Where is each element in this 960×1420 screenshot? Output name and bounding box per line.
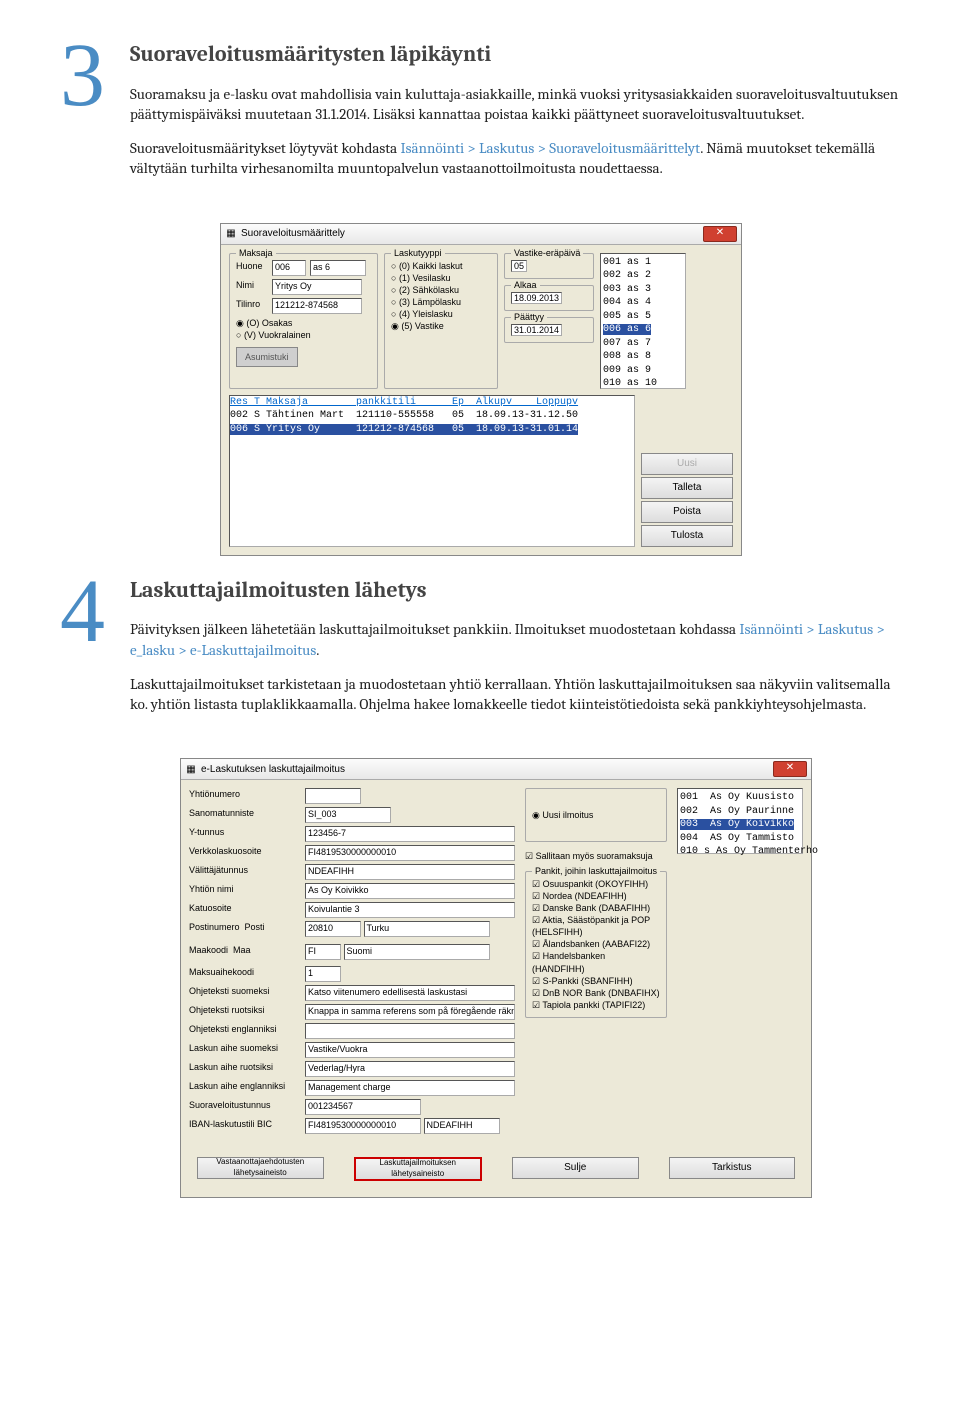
section-3: 3 Suoraveloitusmääritysten läpikäynti Su… <box>60 40 900 193</box>
room-list[interactable]: 001 as 1 002 as 2 003 as 3 004 as 4 005 … <box>600 253 686 389</box>
section-4-para1: Päivityksen jälkeen lähetetään laskuttaj… <box>130 619 900 660</box>
yhtionimi-field[interactable]: As Oy Koivikko <box>305 883 515 899</box>
listing-table[interactable]: Res T Maksaja pankkitili Ep Alkupv Loppu… <box>229 395 635 547</box>
sanomatunniste-field[interactable]: SI_003 <box>305 807 391 823</box>
screenshot-suoraveloitusmaarittely: ▦ Suoraveloitusmäärittely ✕ Maksaja Huon… <box>220 223 742 556</box>
uusi-button[interactable]: Uusi <box>641 453 733 475</box>
close-icon[interactable]: ✕ <box>773 761 807 777</box>
laskuttajailmoitus-button[interactable]: Laskuttajailmoituksen lähetysaineisto <box>354 1157 483 1181</box>
asumistuki-button[interactable]: Asumistuki <box>236 347 298 367</box>
radio-vuokralainen[interactable]: (V) Vuokralainen <box>236 329 371 341</box>
app-icon: ▦ <box>225 228 237 240</box>
nimi-field[interactable]: Yritys Oy <box>272 279 362 295</box>
section-4-para2: Laskuttajailmoitukset tarkistetaan ja mu… <box>130 674 900 715</box>
section-number-4: 4 <box>60 576 130 729</box>
section-3-para2: Suoraveloitusmääritykset löytyvät kohdas… <box>130 138 900 179</box>
katuosoite-field[interactable]: Koivulantie 3 <box>305 902 515 918</box>
sallitaan-check[interactable]: Sallitaan myös suoramaksuja <box>525 850 667 862</box>
close-icon[interactable]: ✕ <box>703 226 737 242</box>
huone-nimi-field[interactable]: as 6 <box>310 260 366 276</box>
app-icon: ▦ <box>185 763 197 775</box>
section-3-title: Suoraveloitusmääritysten läpikäynti <box>130 40 900 70</box>
window-title: e-Laskutuksen laskuttajailmoitus <box>201 763 345 777</box>
valittajatunnus-field[interactable]: NDEAFIHH <box>305 864 515 880</box>
vastaanottaja-button[interactable]: Vastaanottajaehdotusten lähetysaineisto <box>197 1157 324 1179</box>
section-4-title: Laskuttajailmoitusten lähetys <box>130 576 900 606</box>
radio-osakas[interactable]: (O) Osakas <box>236 317 371 329</box>
huone-field[interactable]: 006 <box>272 260 306 276</box>
erapv-field[interactable]: 05 <box>511 260 527 272</box>
verkkolaskuosoite-field[interactable]: FI4819530000000010 <box>305 845 515 861</box>
tulosta-button[interactable]: Tulosta <box>641 525 733 547</box>
yhtio-list[interactable]: 001 As Oy Kuusisto 002 As Oy Paurinne 00… <box>677 788 803 854</box>
tarkistus-button[interactable]: Tarkistus <box>669 1157 796 1179</box>
uusi-ilmoitus-radio[interactable]: Uusi ilmoitus <box>532 809 593 821</box>
window-title: Suoraveloitusmäärittely <box>241 227 345 241</box>
poista-button[interactable]: Poista <box>641 501 733 523</box>
screenshot-laskuttajailmoitus: ▦ e-Laskutuksen laskuttajailmoitus ✕ Yht… <box>180 758 812 1197</box>
section-4: 4 Laskuttajailmoitusten lähetys Päivityk… <box>60 576 900 729</box>
yhtionumero-field[interactable] <box>305 788 361 804</box>
ytunnus-field[interactable]: 123456-7 <box>305 826 515 842</box>
paattyy-field[interactable]: 31.01.2014 <box>511 324 562 336</box>
section-3-para1: Suoramaksu ja e-lasku ovat mahdollisia v… <box>130 84 900 125</box>
tilinro-field[interactable]: 121212-874568 <box>272 298 362 314</box>
alkaa-field[interactable]: 18.09.2013 <box>511 292 562 304</box>
sulje-button[interactable]: Sulje <box>512 1157 639 1179</box>
titlebar: ▦ Suoraveloitusmäärittely ✕ <box>221 224 741 245</box>
titlebar: ▦ e-Laskutuksen laskuttajailmoitus ✕ <box>181 759 811 780</box>
section-number-3: 3 <box>60 40 130 193</box>
talleta-button[interactable]: Talleta <box>641 477 733 499</box>
